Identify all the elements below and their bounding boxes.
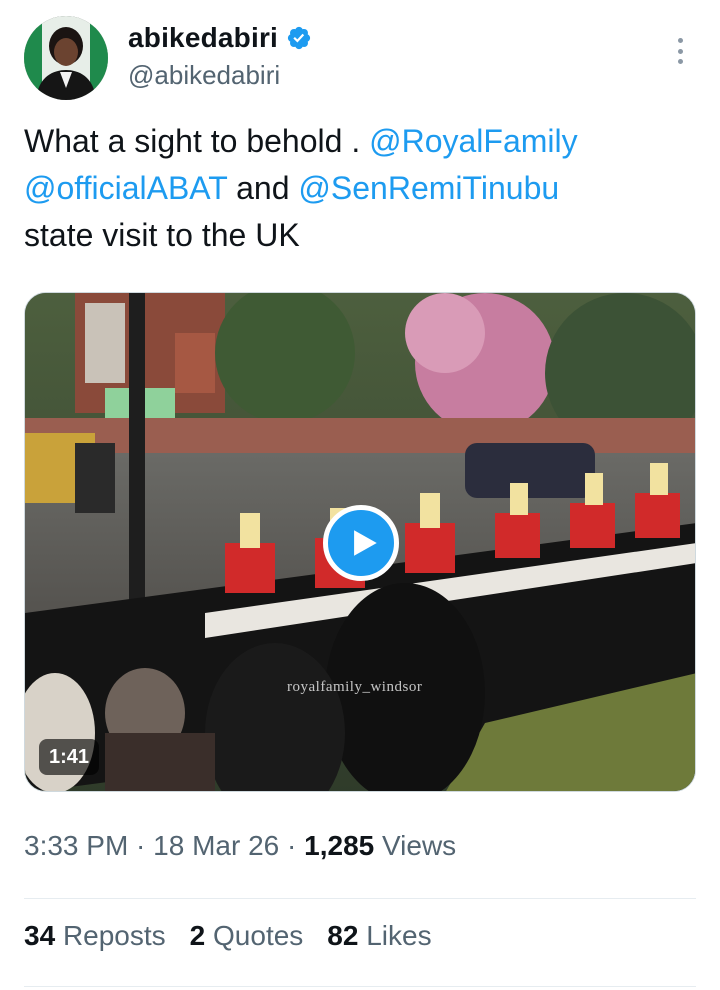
play-icon[interactable] bbox=[323, 505, 399, 581]
avatar-image bbox=[24, 16, 108, 100]
meta-separator: · bbox=[128, 830, 154, 861]
tweet-text-part: What a sight to behold . bbox=[24, 123, 370, 159]
tweet-meta: 3:33 PM · 18 Mar 26 · 1,285 Views bbox=[24, 830, 456, 862]
mention-officialabat[interactable]: @officialABAT bbox=[24, 170, 227, 206]
reposts-stat[interactable]: 34 Reposts bbox=[24, 920, 166, 952]
tweet-header: abikedabiri @abikedabiri bbox=[0, 0, 720, 110]
name-row: abikedabiri bbox=[128, 22, 312, 54]
post-date[interactable]: 18 Mar 26 bbox=[153, 830, 279, 861]
divider bbox=[24, 986, 696, 987]
tweet-text-part: state visit to the UK bbox=[24, 217, 300, 253]
reposts-count: 34 bbox=[24, 920, 56, 951]
more-dot bbox=[677, 48, 683, 54]
verified-badge-icon bbox=[286, 25, 312, 51]
video-player[interactable]: royalfamily_windsor 1:41 bbox=[24, 292, 696, 792]
user-handle[interactable]: @abikedabiri bbox=[128, 60, 280, 91]
more-dot bbox=[677, 59, 683, 64]
more-dot bbox=[677, 38, 683, 43]
quotes-label: Quotes bbox=[213, 920, 304, 951]
tweet-text-and: and bbox=[227, 170, 299, 206]
reposts-label: Reposts bbox=[62, 920, 166, 951]
more-options-icon[interactable] bbox=[668, 34, 692, 68]
engagement-stats: 34 Reposts 2 Quotes 82 Likes bbox=[24, 920, 432, 952]
avatar[interactable] bbox=[24, 16, 108, 100]
likes-stat[interactable]: 82 Likes bbox=[327, 920, 431, 952]
tweet-text: What a sight to behold . @RoyalFamily @o… bbox=[24, 118, 694, 259]
likes-count: 82 bbox=[327, 920, 359, 951]
divider bbox=[24, 898, 696, 899]
video-duration: 1:41 bbox=[39, 739, 100, 775]
meta-separator: · bbox=[279, 830, 305, 861]
mention-senremitinubu[interactable]: @SenRemiTinubu bbox=[298, 170, 559, 206]
quotes-stat[interactable]: 2 Quotes bbox=[190, 920, 304, 952]
mention-royalfamily[interactable]: @RoyalFamily bbox=[369, 123, 578, 159]
quotes-count: 2 bbox=[189, 920, 206, 951]
video-watermark: royalfamily_windsor bbox=[287, 679, 423, 695]
views-count: 1,285 bbox=[304, 830, 375, 861]
display-name[interactable]: abikedabiri bbox=[128, 22, 278, 54]
likes-label: Likes bbox=[366, 920, 432, 951]
views-label: Views bbox=[374, 830, 457, 861]
post-time[interactable]: 3:33 PM bbox=[24, 830, 128, 861]
